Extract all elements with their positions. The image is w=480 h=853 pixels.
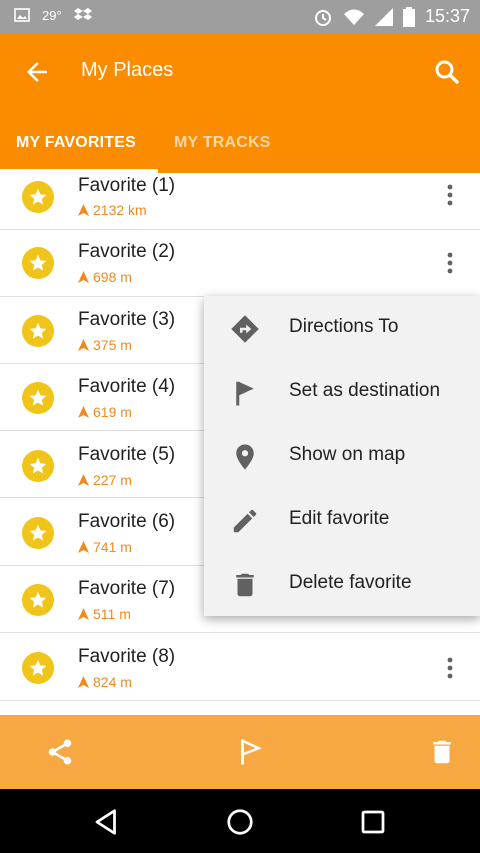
back-triangle-icon[interactable] [92, 807, 122, 837]
favorite-distance: 511 m [78, 606, 131, 622]
favorite-distance: 619 m [78, 404, 132, 420]
menu-item-set-as-destination[interactable]: Set as destination [204, 360, 480, 424]
star-icon [22, 315, 54, 347]
home-circle-icon[interactable] [225, 807, 255, 837]
context-menu: Directions To Set as destination Show on… [204, 296, 480, 616]
app-bar: My Places MY FAVORITES MY TRACKS [0, 33, 480, 173]
favorite-distance: 375 m [78, 337, 132, 353]
navigation-arrow-icon [78, 474, 89, 486]
navigation-arrow-icon [78, 406, 89, 418]
star-icon [22, 247, 54, 279]
star-icon [22, 652, 54, 684]
wifi-icon [343, 9, 364, 25]
menu-item-edit-favorite[interactable]: Edit favorite [204, 488, 480, 552]
trash-icon [236, 573, 254, 597]
favorite-distance: 2132 km [78, 202, 147, 218]
search-icon[interactable] [432, 57, 462, 87]
system-nav-bar [0, 789, 480, 853]
arrow-back-icon[interactable] [22, 57, 52, 87]
dropbox-icon [73, 8, 92, 20]
directions-icon [231, 315, 259, 343]
favorite-name: Favorite (3) [78, 309, 176, 330]
navigation-arrow-icon [78, 204, 89, 216]
status-bar: 29° 15:37 [0, 0, 480, 33]
favorite-name: Favorite (1) [78, 175, 176, 196]
pencil-icon [233, 509, 257, 533]
tab-bar: MY FAVORITES MY TRACKS [0, 129, 480, 173]
menu-item-delete-favorite[interactable]: Delete favorite [204, 552, 480, 616]
favorite-distance: 824 m [78, 674, 132, 690]
star-icon [22, 181, 54, 213]
menu-item-show-on-map[interactable]: Show on map [204, 424, 480, 488]
page-title: My Places [81, 59, 174, 81]
map-pin-icon [236, 444, 254, 470]
alarm-icon [314, 9, 331, 26]
star-icon [22, 517, 54, 549]
favorite-name: Favorite (5) [78, 444, 176, 465]
navigation-arrow-icon [78, 676, 89, 688]
favorite-distance: 227 m [78, 472, 132, 488]
navigation-arrow-icon [78, 271, 89, 283]
menu-item-directions-to[interactable]: Directions To [204, 296, 480, 360]
navigation-arrow-icon [78, 339, 89, 351]
star-icon [22, 584, 54, 616]
flag-outline-icon[interactable] [235, 737, 265, 767]
favorite-name: Favorite (7) [78, 578, 176, 599]
favorite-distance: 741 m [78, 539, 132, 555]
bottom-action-bar [0, 715, 480, 789]
star-icon [22, 450, 54, 482]
share-icon[interactable] [45, 737, 75, 767]
favorite-name: Favorite (2) [78, 241, 176, 262]
favorite-distance: 698 m [78, 269, 132, 285]
more-vert-icon[interactable] [444, 251, 456, 275]
navigation-arrow-icon [78, 541, 89, 553]
list-item[interactable]: Favorite (8) 824 m [0, 634, 480, 701]
flag-icon [236, 381, 254, 406]
navigation-arrow-icon [78, 608, 89, 620]
favorite-name: Favorite (8) [78, 646, 176, 667]
list-item[interactable]: Favorite (2) 698 m [0, 230, 480, 297]
more-vert-icon[interactable] [444, 656, 456, 680]
temperature: 29° [42, 7, 62, 23]
favorite-name: Favorite (6) [78, 511, 176, 532]
signal-icon [374, 7, 393, 26]
list-item[interactable]: Favorite (1) 2132 km [0, 173, 480, 230]
image-icon [14, 8, 30, 22]
more-vert-icon[interactable] [444, 183, 456, 207]
clock: 15:37 [424, 6, 470, 26]
battery-icon [402, 6, 415, 27]
trash-icon[interactable] [427, 737, 457, 767]
star-icon [22, 382, 54, 414]
favorite-name: Favorite (4) [78, 376, 176, 397]
recents-square-icon[interactable] [358, 807, 388, 837]
